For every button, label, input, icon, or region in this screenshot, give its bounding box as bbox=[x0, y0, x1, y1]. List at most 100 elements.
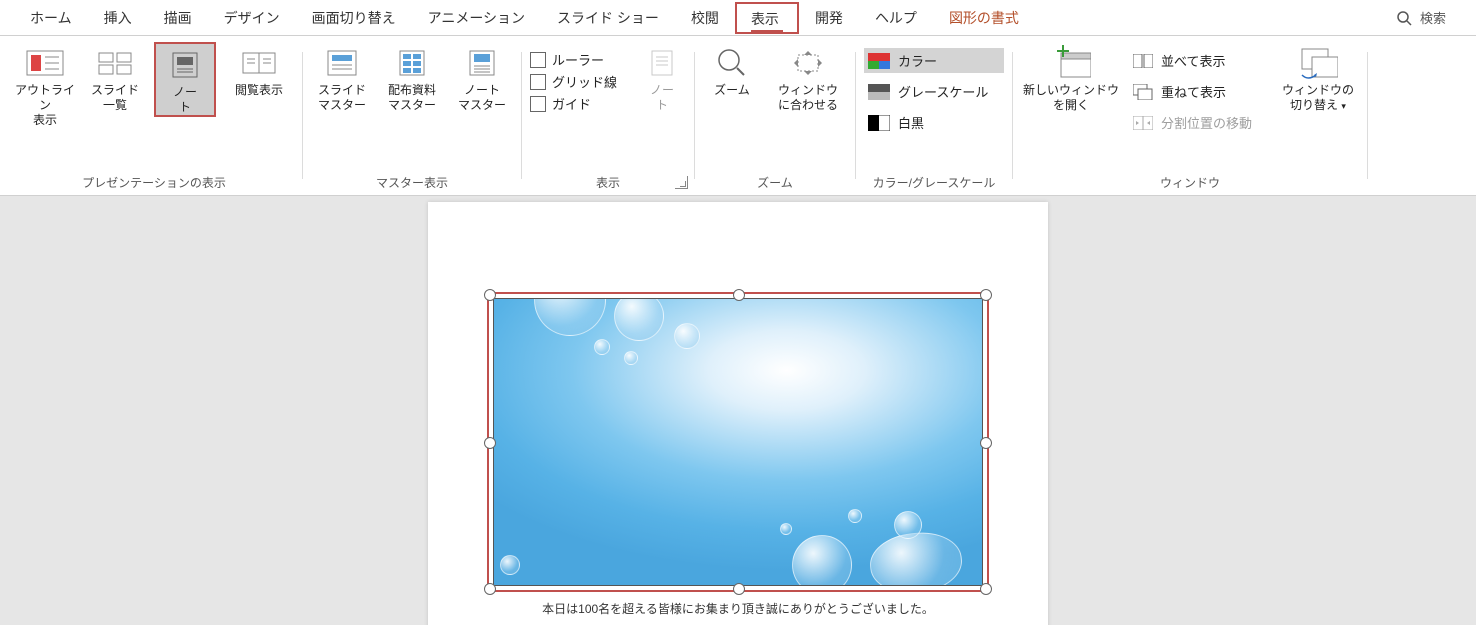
fit-window-label: ウィンドウに合わせる bbox=[778, 83, 838, 113]
group-master-views: スライドマスター 配布資料マスター ノートマスター マスター表示 bbox=[303, 36, 521, 195]
notes-page-icon bbox=[165, 49, 205, 81]
arrange-all-button[interactable]: 並べて表示 bbox=[1129, 48, 1269, 73]
notes-master-button[interactable]: ノートマスター bbox=[451, 42, 513, 113]
cascade-icon bbox=[1133, 84, 1153, 100]
zoom-icon bbox=[714, 45, 750, 81]
handout-master-button[interactable]: 配布資料マスター bbox=[381, 42, 443, 113]
reading-view-label: 閲覧表示 bbox=[235, 83, 283, 98]
grayscale-mode-button[interactable]: グレースケール bbox=[864, 79, 1004, 104]
show-dialog-launcher[interactable] bbox=[675, 176, 688, 189]
checkbox-icon bbox=[530, 52, 546, 68]
notes-toggle-button[interactable]: ノート bbox=[638, 42, 686, 113]
group-window: 新しいウィンドウを開く 並べて表示 重ねて表示 分割位置の移動 ウィンドウの bbox=[1013, 36, 1367, 195]
guides-checkbox[interactable]: ガイド bbox=[530, 96, 630, 112]
cascade-label: 重ねて表示 bbox=[1161, 82, 1226, 101]
ribbon: アウトライン表示 スライド一覧 ノート 閲覧表示 プレゼンテーションの表示 スラ… bbox=[0, 36, 1476, 196]
tab-home[interactable]: ホーム bbox=[14, 1, 88, 35]
tab-view-label: 表示 bbox=[751, 11, 779, 27]
group-presentation-views: アウトライン表示 スライド一覧 ノート 閲覧表示 プレゼンテーションの表示 bbox=[0, 36, 302, 195]
fit-window-icon bbox=[788, 47, 828, 79]
arrange-all-icon bbox=[1133, 54, 1153, 68]
reading-view-icon bbox=[239, 47, 279, 79]
group-master-views-label: マスター表示 bbox=[376, 174, 448, 191]
grayscale-mode-label: グレースケール bbox=[898, 82, 988, 101]
checkbox-icon bbox=[530, 74, 546, 90]
group-color-grayscale-label: カラー/グレースケール bbox=[873, 174, 996, 191]
switch-windows-button[interactable]: ウィンドウの切り替え ▾ bbox=[1277, 42, 1359, 113]
search-box[interactable]: 検索 bbox=[1396, 8, 1446, 27]
new-window-icon bbox=[1051, 45, 1091, 81]
new-window-button[interactable]: 新しいウィンドウを開く bbox=[1021, 42, 1121, 113]
group-presentation-views-label: プレゼンテーションの表示 bbox=[82, 174, 226, 191]
tab-transition[interactable]: 画面切り替え bbox=[296, 1, 412, 35]
grayscale-swatch-icon bbox=[868, 84, 890, 100]
group-show: ルーラー グリッド線 ガイド ノート 表示 bbox=[522, 36, 694, 195]
group-color-grayscale: カラー グレースケール 白黒 カラー/グレースケール bbox=[856, 36, 1012, 195]
ruler-label: ルーラー bbox=[552, 54, 604, 67]
color-mode-button[interactable]: カラー bbox=[864, 48, 1004, 73]
checkbox-icon bbox=[530, 96, 546, 112]
zoom-button[interactable]: ズーム bbox=[703, 42, 761, 98]
reading-view-button[interactable]: 閲覧表示 bbox=[224, 42, 294, 98]
tab-slideshow[interactable]: スライド ショー bbox=[541, 1, 675, 35]
move-split-icon bbox=[1133, 116, 1153, 130]
tab-shape-format[interactable]: 図形の書式 bbox=[933, 1, 1035, 35]
gridlines-label: グリッド線 bbox=[552, 76, 617, 89]
tab-insert[interactable]: 挿入 bbox=[88, 1, 148, 35]
handout-master-label: 配布資料マスター bbox=[388, 83, 436, 113]
slide-master-label: スライドマスター bbox=[318, 83, 366, 113]
slide-sorter-button[interactable]: スライド一覧 bbox=[84, 42, 146, 113]
move-split-label: 分割位置の移動 bbox=[1161, 113, 1252, 132]
group-show-label: 表示 bbox=[596, 174, 620, 191]
outline-view-button[interactable]: アウトライン表示 bbox=[14, 42, 76, 128]
blackwhite-mode-button[interactable]: 白黒 bbox=[864, 110, 1004, 135]
handout-master-icon bbox=[392, 47, 432, 79]
slide-master-button[interactable]: スライドマスター bbox=[311, 42, 373, 113]
notes-master-label: ノートマスター bbox=[458, 83, 506, 113]
color-swatch-icon bbox=[868, 53, 890, 69]
group-zoom: ズーム ウィンドウに合わせる ズーム bbox=[695, 36, 855, 195]
tab-help[interactable]: ヘルプ bbox=[859, 1, 933, 35]
notes-text[interactable]: 本日は100名を超える皆様にお集まり頂き誠にありがとうございました。 bbox=[428, 600, 1048, 617]
slide-sorter-label: スライド一覧 bbox=[91, 83, 139, 113]
slide-master-icon bbox=[322, 47, 362, 79]
gridlines-checkbox[interactable]: グリッド線 bbox=[530, 74, 630, 90]
ribbon-tabs: ホーム 挿入 描画 デザイン 画面切り替え アニメーション スライド ショー 校… bbox=[0, 0, 1476, 36]
notes-page-button[interactable]: ノート bbox=[154, 42, 216, 117]
slide-selection-frame[interactable] bbox=[487, 292, 989, 592]
new-window-label: 新しいウィンドウを開く bbox=[1023, 83, 1119, 113]
slide-sorter-icon bbox=[95, 47, 135, 79]
notes-toggle-icon bbox=[646, 47, 678, 79]
slide-thumbnail bbox=[493, 298, 983, 586]
group-zoom-label: ズーム bbox=[757, 174, 793, 191]
notes-page[interactable]: 本日は100名を超える皆様にお集まり頂き誠にありがとうございました。 bbox=[428, 202, 1048, 625]
document-canvas: 本日は100名を超える皆様にお集まり頂き誠にありがとうございました。 bbox=[0, 196, 1476, 625]
bw-swatch-icon bbox=[868, 115, 890, 131]
tab-developer[interactable]: 開発 bbox=[799, 1, 859, 35]
guides-label: ガイド bbox=[552, 98, 591, 111]
notes-page-label: ノート bbox=[173, 85, 197, 115]
move-split-button: 分割位置の移動 bbox=[1129, 110, 1269, 135]
switch-windows-label: ウィンドウの切り替え ▾ bbox=[1282, 83, 1354, 113]
tab-view[interactable]: 表示 bbox=[735, 2, 799, 34]
outline-view-label: アウトライン表示 bbox=[14, 83, 76, 128]
search-label: 検索 bbox=[1420, 8, 1446, 27]
tab-animation[interactable]: アニメーション bbox=[412, 1, 541, 35]
group-window-label: ウィンドウ bbox=[1160, 174, 1220, 191]
notes-toggle-label: ノート bbox=[650, 83, 674, 113]
search-icon bbox=[1396, 10, 1412, 26]
arrange-all-label: 並べて表示 bbox=[1161, 51, 1225, 70]
color-mode-label: カラー bbox=[898, 51, 937, 70]
fit-window-button[interactable]: ウィンドウに合わせる bbox=[769, 42, 847, 113]
switch-windows-icon bbox=[1298, 45, 1338, 81]
outline-view-icon bbox=[25, 47, 65, 79]
tab-design[interactable]: デザイン bbox=[208, 1, 296, 35]
notes-master-icon bbox=[462, 47, 502, 79]
blackwhite-mode-label: 白黒 bbox=[898, 113, 924, 132]
cascade-button[interactable]: 重ねて表示 bbox=[1129, 79, 1269, 104]
tab-review[interactable]: 校閲 bbox=[675, 1, 735, 35]
tab-draw[interactable]: 描画 bbox=[148, 1, 208, 35]
zoom-label: ズーム bbox=[714, 83, 750, 98]
ruler-checkbox[interactable]: ルーラー bbox=[530, 52, 630, 68]
tab-active-underline bbox=[751, 30, 783, 33]
